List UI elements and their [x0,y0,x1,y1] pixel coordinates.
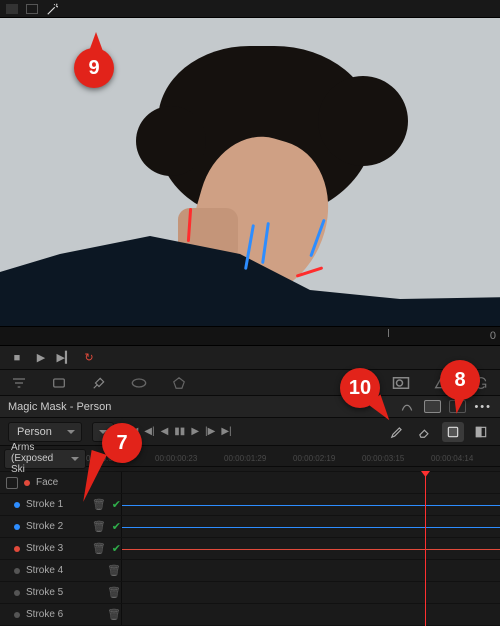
stroke-enabled-icon[interactable]: ✔ [112,498,121,511]
qualifier-icon[interactable] [10,374,28,392]
show-paths-icon[interactable] [398,398,416,416]
stroke-color-icon [14,502,20,508]
delete-stroke-button[interactable]: 🗑 [107,564,121,577]
stop-button[interactable]: ■ [8,351,26,365]
polygon-icon[interactable] [170,374,188,392]
window-icon[interactable] [50,374,68,392]
viewer-mode-a[interactable] [6,4,18,14]
tc-label: 00:00:01:29 [224,454,293,463]
tc-label: 00:00:00:23 [155,454,224,463]
feature-value: Arms (Exposed Ski [11,442,67,475]
track-fwd-button[interactable]: ▶ [191,426,199,437]
viewer-timecode: 0 [490,330,496,342]
group-label: Face [36,477,58,488]
delete-stroke-button[interactable]: 🗑 [92,498,106,511]
stroke-lane [122,527,500,528]
stroke-label: Stroke 2 [26,521,63,532]
feature-dropdown[interactable]: Arms (Exposed Ski [4,449,86,469]
eraser-tool-button[interactable] [414,422,436,442]
mask-mode-value: Person [17,426,52,438]
annotation-badge: 9 [74,48,114,88]
tc-label: 00:00:02:19 [293,454,362,463]
toggle-overlay-button[interactable] [442,422,464,442]
tc-label: 00:00:04:14 [431,454,500,463]
mask-mode-dropdown[interactable]: Person [8,422,82,442]
next-clip-button[interactable]: ▶▎ [56,351,74,365]
stroke-list: Face Stroke 1 🗑 ✔ Stroke 2 🗑 ✔ Stroke 3 … [0,472,500,626]
timeline-playhead[interactable] [425,472,426,626]
track-prev-kf-button[interactable]: ◀| [144,426,154,437]
track-pause-button[interactable]: ▮▮ [174,426,185,437]
tracking-controls: |◀ ◀| ◀ ▮▮ ▶ |▶ ▶| [128,426,232,437]
panel-title: Magic Mask - Person [8,401,111,413]
stroke-lane [122,505,500,506]
node-toolbar [0,370,500,396]
delete-stroke-button[interactable]: 🗑 [92,520,106,533]
disclosure-icon[interactable] [6,477,18,489]
stroke-color-icon [14,568,20,574]
track-last-button[interactable]: ▶| [221,426,231,437]
stroke-label: Stroke 3 [26,543,63,554]
magic-mask-toolbar: Person |◀ ◀| ◀ ▮▮ ▶ |▶ ▶| [0,418,500,446]
view-mode-a[interactable] [424,400,441,413]
picker-icon[interactable] [90,374,108,392]
stroke-color-icon [14,590,20,596]
magic-wand-icon[interactable] [46,2,60,16]
magic-mask-header: Magic Mask - Person ••• [0,396,500,418]
viewer-mode-b[interactable] [26,4,38,14]
viewer-top-toolbar [0,0,500,18]
playhead-tick-icon [388,329,389,337]
play-button[interactable]: ▶ [32,351,50,365]
track-next-kf-button[interactable]: |▶ [205,426,215,437]
feature-select-row: Arms (Exposed Ski 00:00:00:00 00:00:00:2… [0,446,500,472]
viewer-ruler[interactable]: 0 [0,326,500,346]
stroke-color-icon [14,524,20,530]
stroke-label: Stroke 4 [26,565,63,576]
annotation-badge: 10 [340,368,380,408]
stroke-lane [122,549,500,550]
timecode-ruler[interactable]: 00:00:00:00 00:00:00:23 00:00:01:29 00:0… [86,451,500,467]
stroke-label: Stroke 5 [26,587,63,598]
delete-stroke-button[interactable]: 🗑 [107,586,121,599]
stroke-label: Stroke 1 [26,499,63,510]
ellipse-icon[interactable] [130,374,148,392]
loop-button[interactable]: ↻ [80,351,98,365]
annotation-badge: 8 [440,360,480,400]
delete-stroke-button[interactable]: 🗑 [92,542,106,555]
annotation-badge: 7 [102,423,142,463]
mask-overlay-icon[interactable] [392,374,410,392]
more-options-icon[interactable]: ••• [474,401,492,413]
stroke-enabled-icon[interactable]: ✔ [112,542,121,555]
stroke-color-icon [14,546,20,552]
transport-bar: ■ ▶ ▶▎ ↻ [0,346,500,370]
stroke-enabled-icon[interactable]: ✔ [112,520,121,533]
group-color-icon [24,480,30,486]
track-back-button[interactable]: ◀ [161,426,169,437]
tc-label: 00:00:03:15 [362,454,431,463]
invert-mask-button[interactable] [470,422,492,442]
